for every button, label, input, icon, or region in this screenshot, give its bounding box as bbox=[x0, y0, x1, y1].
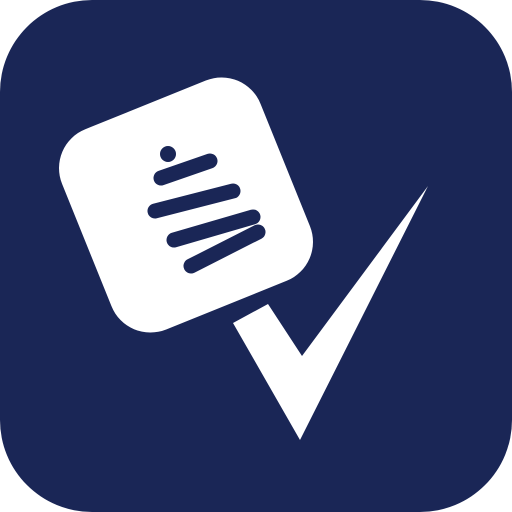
app-icon-graphic bbox=[0, 0, 512, 512]
app-icon[interactable] bbox=[0, 0, 512, 512]
microphone-grille-dot bbox=[160, 146, 176, 162]
